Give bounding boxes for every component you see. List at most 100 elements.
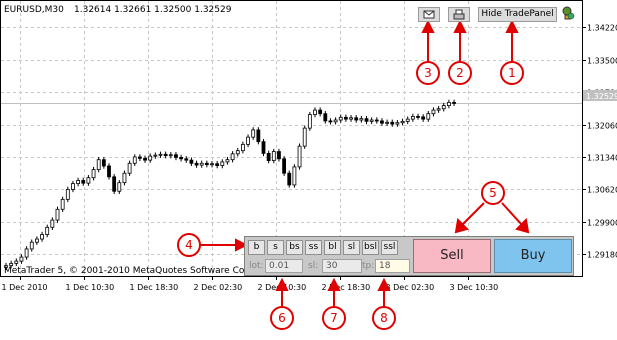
y-tick-label: 1.32060	[587, 122, 617, 131]
candle-body	[91, 169, 96, 179]
y-tick-label: 1.29900	[587, 219, 617, 228]
sell-button[interactable]: Sell	[413, 239, 491, 273]
candle-body	[452, 102, 456, 104]
candle-body	[364, 118, 369, 122]
candle-body	[410, 116, 415, 120]
ohlc-readout: 1.32614 1.32661 1.32500 1.32529	[74, 5, 232, 15]
tp-input[interactable]: 18	[375, 259, 410, 273]
y-tick-label: 1.29180	[587, 251, 617, 260]
callout-number-5: 5	[489, 186, 497, 200]
current-price-label: 1.32529	[586, 92, 617, 101]
command-ssl[interactable]: ssl	[381, 240, 398, 255]
callout-number-3: 3	[424, 66, 432, 80]
tp-label: tp:	[362, 261, 375, 271]
command-sl[interactable]: sl	[343, 240, 360, 255]
x-tick-label: 1 Dec 10:30	[66, 283, 115, 292]
x-tick-label: 3 Dec 02:30	[386, 283, 435, 292]
expert-advisor-icon	[561, 5, 575, 21]
x-axis: 1 Dec 2010 1 Dec 10:30 1 Dec 18:30 2 Dec 02…	[2, 276, 499, 292]
candle-body	[251, 129, 256, 138]
candle-body	[112, 176, 117, 192]
candle-body	[416, 116, 420, 118]
y-tick-label: 1.31340	[587, 154, 617, 163]
metatrader-chart-window: 1.342201.335001.327801.320601.313401.306…	[0, 0, 617, 340]
candle-body	[395, 122, 400, 125]
callout-number-1: 1	[508, 66, 516, 80]
lot-label: lot:	[249, 261, 264, 271]
candle-body	[14, 260, 19, 264]
candle-body	[204, 162, 209, 166]
candle-body	[225, 159, 230, 163]
candle-body	[174, 154, 178, 158]
command-bl[interactable]: bl	[324, 240, 341, 255]
trade-panel: b s bs ss bl sl bsl ssl lot: 0.01 sl: 30…	[244, 236, 574, 276]
candle-body	[71, 183, 75, 190]
candle-body	[421, 116, 426, 120]
callout-number-4: 4	[185, 238, 193, 252]
envelope-icon	[423, 10, 435, 19]
send-mail-button[interactable]	[418, 7, 440, 22]
candle-body	[390, 121, 395, 125]
candle-body	[127, 162, 132, 174]
hide-trade-panel-button[interactable]: Hide TradePanel	[478, 7, 557, 22]
candle-body	[189, 159, 194, 164]
arrow-6-head	[275, 277, 289, 291]
candle-body	[220, 161, 225, 166]
y-axis: 1.342201.335001.327801.320601.313401.306…	[582, 24, 617, 260]
candle-body	[19, 256, 24, 262]
x-tick-label: 1 Dec 18:30	[130, 283, 179, 292]
price-chart: 1.342201.335001.327801.320601.313401.306…	[0, 0, 617, 330]
candle-body	[256, 129, 261, 143]
candle-body	[282, 158, 287, 174]
candle-body	[137, 156, 142, 159]
candle-body	[441, 105, 446, 110]
candle-body	[446, 102, 451, 106]
candle-body	[436, 108, 441, 111]
command-bs[interactable]: bs	[286, 240, 303, 255]
candle-body	[122, 172, 127, 184]
candle-body	[400, 120, 405, 124]
command-s[interactable]: s	[267, 240, 284, 255]
lot-input[interactable]: 0.01	[265, 259, 303, 273]
x-tick-label: 1 Dec 2010	[2, 283, 48, 292]
candle-body	[81, 180, 86, 184]
candle-body	[328, 120, 333, 123]
command-b[interactable]: b	[248, 240, 265, 255]
candle-body	[184, 158, 189, 161]
candle-body	[50, 219, 55, 228]
candle-body	[235, 150, 240, 155]
candle-body	[333, 119, 338, 123]
copyright-text: MetaTrader 5, © 2001-2010 MetaQuotes Sof…	[4, 266, 257, 276]
candle-body	[24, 248, 29, 258]
candle-body	[307, 114, 312, 129]
candle-body	[240, 143, 245, 152]
candle-body	[385, 121, 390, 124]
candle-body	[210, 163, 214, 166]
candle-body	[313, 109, 317, 116]
candle-body	[277, 151, 281, 160]
y-tick-label: 1.34220	[587, 24, 617, 33]
candle-body	[374, 119, 379, 122]
candle-body	[40, 234, 44, 240]
sl-label: sl:	[308, 261, 319, 271]
candle-body	[380, 120, 384, 124]
command-ss[interactable]: ss	[305, 240, 322, 255]
x-tick-label: 3 Dec 10:30	[450, 283, 499, 292]
printer-icon	[453, 9, 465, 20]
symbol-timeframe: EURUSD,M30	[4, 5, 64, 15]
arrow-8-head	[377, 277, 391, 291]
x-tick-label: 2 Dec 02:30	[194, 283, 243, 292]
candle-body	[65, 189, 70, 200]
buy-button[interactable]: Buy	[494, 239, 572, 273]
candle-body	[76, 180, 80, 184]
candle-body	[297, 145, 302, 168]
candle-body	[101, 159, 106, 167]
candle-body	[163, 153, 168, 157]
candle-body	[148, 155, 153, 161]
sl-input[interactable]: 30	[322, 259, 362, 273]
callout-number-2: 2	[456, 66, 464, 80]
print-button[interactable]	[448, 7, 470, 22]
command-bsl[interactable]: bsl	[362, 240, 379, 255]
arrow-7-head	[327, 277, 341, 291]
candle-body	[323, 113, 328, 122]
